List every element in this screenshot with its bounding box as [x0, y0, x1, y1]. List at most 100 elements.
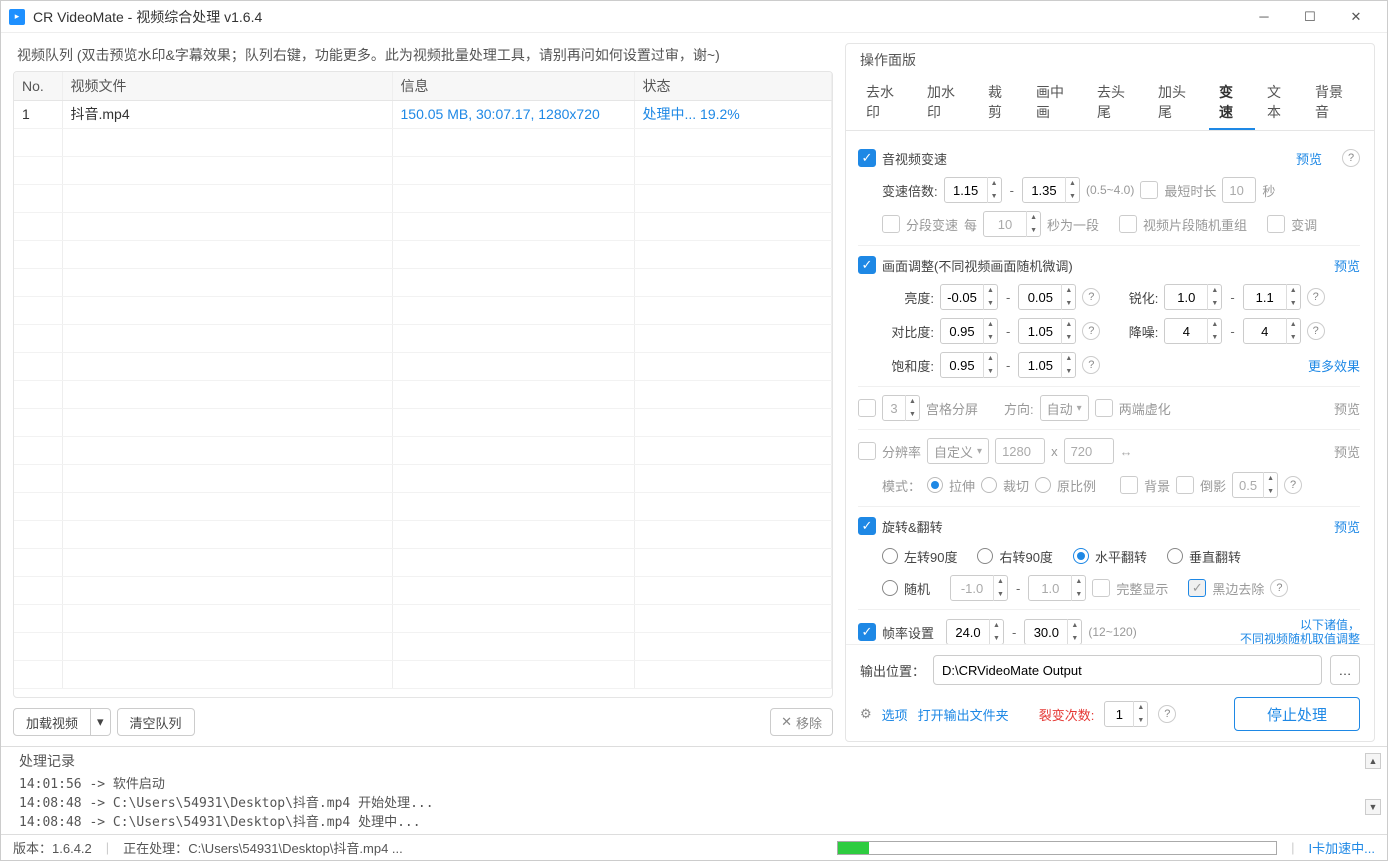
preview-speed[interactable]: 预览	[1296, 149, 1322, 168]
output-path[interactable]	[933, 655, 1322, 685]
tab-3[interactable]: 画中画	[1026, 76, 1085, 130]
scroll-up-icon[interactable]: ▲	[1365, 753, 1381, 769]
options-link[interactable]: 选项	[882, 705, 908, 724]
preview-res[interactable]: 预览	[1334, 442, 1360, 461]
chk-rotate[interactable]: ✓	[858, 517, 876, 535]
bright-to[interactable]: ▲▼	[1018, 284, 1076, 310]
chk-speed[interactable]: ✓	[858, 149, 876, 167]
seg-val[interactable]: ▲▼	[983, 211, 1041, 237]
close-icon: ✕	[781, 714, 792, 730]
chk-shuffle[interactable]	[1119, 215, 1137, 233]
mindur-val[interactable]	[1222, 177, 1256, 203]
gear-icon[interactable]: ⚙	[860, 706, 872, 722]
tab-5[interactable]: 加头尾	[1148, 76, 1207, 130]
denoise-from[interactable]: ▲▼	[1164, 318, 1222, 344]
radio-stretch[interactable]	[927, 477, 943, 493]
rand-from[interactable]: ▲▼	[950, 575, 1008, 601]
radio-rand[interactable]	[882, 580, 898, 596]
preview-grid[interactable]: 预览	[1334, 399, 1360, 418]
sat-from[interactable]: ▲▼	[940, 352, 998, 378]
tab-4[interactable]: 去头尾	[1087, 76, 1146, 130]
chk-fit[interactable]	[1092, 579, 1110, 597]
chk-blackedge[interactable]: ✓	[1188, 579, 1206, 597]
col-file[interactable]: 视频文件	[62, 72, 392, 100]
radio-keep[interactable]	[1035, 477, 1051, 493]
tab-8[interactable]: 背景音	[1305, 76, 1364, 130]
col-no[interactable]: No.	[14, 72, 62, 100]
contrast-to[interactable]: ▲▼	[1018, 318, 1076, 344]
chk-fps[interactable]: ✓	[858, 623, 876, 641]
maximize-button[interactable]: ☐	[1287, 2, 1333, 32]
bright-from[interactable]: ▲▼	[940, 284, 998, 310]
sat-to[interactable]: ▲▼	[1018, 352, 1076, 378]
ops-header: 操作面版	[846, 44, 1374, 70]
sharp-from[interactable]: ▲▼	[1164, 284, 1222, 310]
radio-r90[interactable]	[977, 548, 993, 564]
grid-val[interactable]: ▲▼	[882, 395, 920, 421]
ops-scroll[interactable]: ✓ 音视频变速 预览 ? 变速倍数: ▲▼ - ▲▼ (0.5~4.0)	[846, 131, 1374, 644]
speed-from[interactable]: ▲▼	[944, 177, 1002, 203]
add-video-dropdown[interactable]: ▾	[91, 708, 111, 736]
more-effects[interactable]: 更多效果	[1308, 356, 1360, 375]
log-body[interactable]: 14:01:56 -> 软件启动14:08:48 -> C:\Users\549…	[19, 773, 1375, 832]
chk-pitch[interactable]	[1267, 215, 1285, 233]
radio-crop[interactable]	[981, 477, 997, 493]
tab-2[interactable]: 裁剪	[978, 76, 1024, 130]
res-mode-select[interactable]: 自定义	[927, 438, 989, 464]
fps-from[interactable]: ▲▼	[946, 619, 1004, 644]
sharp-to[interactable]: ▲▼	[1243, 284, 1301, 310]
help-res[interactable]: ?	[1284, 476, 1302, 494]
denoise-to[interactable]: ▲▼	[1243, 318, 1301, 344]
scroll-down-icon[interactable]: ▼	[1365, 799, 1381, 815]
minimize-button[interactable]: ─	[1241, 2, 1287, 32]
tab-6[interactable]: 变速	[1209, 76, 1255, 130]
stop-button[interactable]: 停止处理	[1234, 697, 1360, 731]
help-speed[interactable]: ?	[1342, 149, 1360, 167]
tab-7[interactable]: 文本	[1257, 76, 1303, 130]
preview-rotate[interactable]: 预览	[1334, 517, 1360, 536]
radio-fliph[interactable]	[1073, 548, 1089, 564]
chk-grid[interactable]	[858, 399, 876, 417]
browse-button[interactable]: …	[1330, 655, 1360, 685]
chk-mindur[interactable]	[1140, 181, 1158, 199]
tab-0[interactable]: 去水印	[856, 76, 915, 130]
remove-button[interactable]: ✕ 移除	[770, 708, 833, 736]
split-val[interactable]: ▲▼	[1104, 701, 1148, 727]
radio-l90[interactable]	[882, 548, 898, 564]
swap-icon[interactable]: ↔	[1120, 444, 1133, 459]
table-row[interactable]: 1抖音.mp4150.05 MB, 30:07.17, 1280x720处理中.…	[14, 100, 832, 128]
chk-mirror[interactable]	[1176, 476, 1194, 494]
res-w[interactable]	[995, 438, 1045, 464]
add-video-button-group[interactable]: 加载视频 ▾	[13, 708, 111, 736]
grid-dir-select[interactable]: 自动	[1040, 395, 1089, 421]
col-info[interactable]: 信息	[392, 72, 634, 100]
table-row-empty	[14, 632, 832, 660]
tab-1[interactable]: 加水印	[917, 76, 976, 130]
fps-to[interactable]: ▲▼	[1024, 619, 1082, 644]
help-split[interactable]: ?	[1158, 705, 1176, 723]
chk-adjust[interactable]: ✓	[858, 256, 876, 274]
help-sat[interactable]: ?	[1082, 356, 1100, 374]
chk-seg[interactable]	[882, 215, 900, 233]
video-queue-table[interactable]: No. 视频文件 信息 状态 1抖音.mp4150.05 MB, 30:07.1…	[14, 72, 832, 689]
contrast-from[interactable]: ▲▼	[940, 318, 998, 344]
help-contrast[interactable]: ?	[1082, 322, 1100, 340]
speed-to[interactable]: ▲▼	[1022, 177, 1080, 203]
radio-flipv[interactable]	[1167, 548, 1183, 564]
res-h[interactable]	[1064, 438, 1114, 464]
chk-bg[interactable]	[1120, 476, 1138, 494]
help-sharp[interactable]: ?	[1307, 288, 1325, 306]
help-bright[interactable]: ?	[1082, 288, 1100, 306]
help-denoise[interactable]: ?	[1307, 322, 1325, 340]
chk-blur[interactable]	[1095, 399, 1113, 417]
preview-adjust[interactable]: 预览	[1334, 256, 1360, 275]
mirror-val[interactable]: ▲▼	[1232, 472, 1278, 498]
rand-to[interactable]: ▲▼	[1028, 575, 1086, 601]
close-button[interactable]: ✕	[1333, 2, 1379, 32]
col-status[interactable]: 状态	[634, 72, 832, 100]
clear-queue-button[interactable]: 清空队列	[117, 708, 195, 736]
add-video-button[interactable]: 加载视频	[13, 708, 91, 736]
chk-res[interactable]	[858, 442, 876, 460]
open-output-link[interactable]: 打开输出文件夹	[918, 705, 1009, 724]
help-rotate[interactable]: ?	[1270, 579, 1288, 597]
